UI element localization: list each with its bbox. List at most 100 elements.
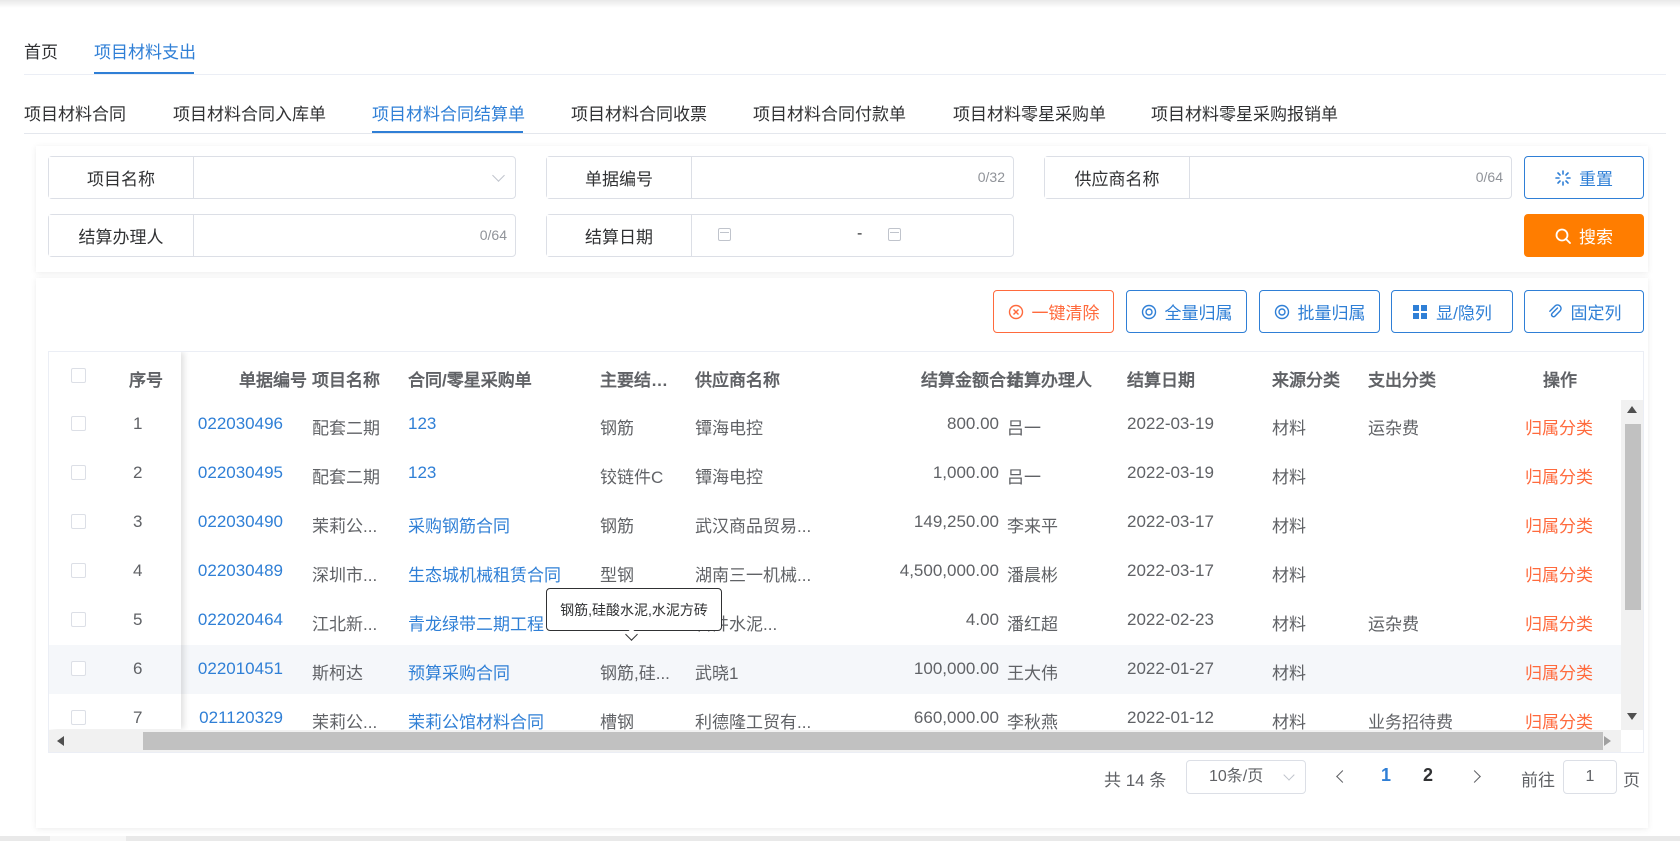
tab-sporadic-reimbursement[interactable]: 项目材料零星采购报销单 [1151, 100, 1338, 125]
cell-amount: 100,000.00 [913, 659, 999, 678]
cell-date: 2022-01-27 [1127, 659, 1214, 678]
cell-handler: 吕一 [1007, 468, 1041, 487]
cell-handler: 吕一 [1007, 419, 1041, 438]
cell-action-assign[interactable]: 归属分类 [1525, 463, 1593, 488]
cell-action-assign[interactable]: 归属分类 [1525, 512, 1593, 537]
page-scroll-thumb[interactable] [50, 836, 126, 841]
cell-action-assign[interactable]: 归属分类 [1525, 561, 1593, 586]
cell-date: 2022-03-17 [1127, 561, 1214, 580]
horizontal-scrollbar[interactable] [49, 730, 1621, 752]
cell-source: 材料 [1272, 664, 1306, 683]
cell-doc-no[interactable]: 021120329 [199, 708, 283, 728]
cell-contract[interactable]: 123 [408, 414, 436, 434]
cell-amount: 4,500,000.00 [899, 561, 999, 580]
cell-supplier: 武晓1 [695, 664, 739, 683]
page-size-select[interactable]: 10条/页 [1186, 760, 1306, 794]
col-doc-no[interactable]: 单据编号 [239, 366, 307, 391]
col-contract: 合同/零星采购单 [408, 371, 532, 390]
cell-date: 2022-03-19 [1127, 414, 1214, 433]
col-doc-no-clip: 单据编号 [181, 352, 307, 400]
page-1[interactable]: 1 [1381, 765, 1391, 786]
col-source: 来源分类 [1272, 371, 1340, 390]
cell-doc-no[interactable]: 022030495 [198, 463, 283, 483]
cell-contract[interactable]: 123 [408, 463, 436, 483]
cell-action-assign[interactable]: 归属分类 [1525, 610, 1593, 635]
project-name-select[interactable]: 项目名称 [48, 156, 516, 199]
row-checkbox[interactable] [71, 563, 86, 578]
cell-action-assign[interactable]: 归属分类 [1525, 659, 1593, 684]
calendar-end-icon[interactable] [888, 228, 901, 241]
clear-all-button[interactable]: 一键清除 [993, 290, 1114, 333]
col-supplier: 供应商名称 [695, 371, 780, 390]
tab-contract-invoice[interactable]: 项目材料合同收票 [571, 100, 707, 125]
horizontal-scroll-thumb[interactable] [143, 732, 1603, 750]
col-index: 序号 [129, 371, 163, 390]
cell-contract[interactable]: 预算采购合同 [408, 659, 510, 684]
page-horizontal-scrollbar[interactable] [0, 836, 1680, 841]
select-all-checkbox[interactable] [71, 368, 86, 383]
doc-no-input[interactable]: 单据编号 0/32 [546, 156, 1014, 199]
tab-material-contract[interactable]: 项目材料合同 [24, 100, 126, 125]
assign-all-button[interactable]: 全量归属 [1126, 290, 1247, 333]
tab-contract-inbound[interactable]: 项目材料合同入库单 [173, 100, 326, 125]
cell-contract[interactable]: 采购钢筋合同 [408, 512, 510, 537]
supplier-name-input[interactable]: 供应商名称 0/64 [1044, 156, 1512, 199]
vertical-scroll-thumb[interactable] [1625, 424, 1641, 610]
paperclip-icon [1548, 303, 1562, 317]
table-row[interactable]: 6 022010451 斯柯达 预算采购合同 钢筋,硅... 武晓1 100,000.00 王… [49, 645, 1621, 695]
tab-contract-settlement[interactable]: 项目材料合同结算单 [372, 100, 525, 125]
settle-date-range[interactable]: 结算日期 - [546, 214, 1014, 257]
scroll-up-icon[interactable] [1627, 406, 1637, 413]
cell-amount: 149,250.00 [913, 512, 999, 531]
cell-doc-no[interactable]: 022010451 [198, 659, 283, 679]
table-row[interactable]: 2 022030495 配套二期 123 铰链件C 镡海电控 1,000.00 吕一 2022-… [49, 449, 1621, 499]
tab-sporadic-purchase[interactable]: 项目材料零星采购单 [953, 100, 1106, 125]
cell-doc-no[interactable]: 022030496 [198, 414, 283, 434]
crumb-active-underline [94, 72, 194, 74]
page-2[interactable]: 2 [1423, 765, 1433, 786]
cell-project: 配套二期 [312, 468, 380, 487]
goto-page-input[interactable]: 1 [1563, 760, 1617, 794]
cell-contract[interactable]: 生态城机械租赁合同 [408, 561, 561, 586]
doc-no-count: 0/32 [977, 169, 1005, 185]
toggle-columns-button[interactable]: 显/隐列 [1391, 290, 1513, 333]
pin-columns-button[interactable]: 固定列 [1524, 290, 1644, 333]
cell-supplier: 武汉商品贸易... [695, 517, 812, 536]
reset-button[interactable]: 重置 [1524, 156, 1644, 199]
table-row[interactable]: 1 022030496 配套二期 123 钢筋 镡海电控 800.00 吕一 2022-03-1… [49, 400, 1621, 450]
cell-supplier: 镡海电控 [695, 419, 763, 438]
row-checkbox[interactable] [71, 416, 86, 431]
cell-index: 4 [133, 561, 143, 580]
calendar-start-icon[interactable] [718, 228, 731, 241]
row-checkbox[interactable] [71, 612, 86, 627]
row-checkbox[interactable] [71, 514, 86, 529]
toggle-columns-label: 显/隐列 [1436, 304, 1492, 323]
scroll-down-icon[interactable] [1627, 713, 1637, 720]
search-label: 搜索 [1579, 228, 1613, 247]
search-button[interactable]: 搜索 [1524, 214, 1644, 257]
cell-doc-no[interactable]: 022030489 [198, 561, 283, 581]
supplier-name-label: 供应商名称 [1045, 157, 1190, 198]
vertical-scrollbar[interactable] [1621, 400, 1643, 730]
scroll-left-icon[interactable] [57, 736, 64, 746]
table-row[interactable]: 5 022020464 江北新... 青龙绿带二期工程 管井水泥... 4.00 潘红超 20… [49, 596, 1621, 646]
cell-project: 江北新... [312, 615, 378, 634]
row-checkbox[interactable] [71, 710, 86, 725]
table-row[interactable]: 3 022030490 茉莉公... 采购钢筋合同 钢筋 武汉商品贸易... 149,250… [49, 498, 1621, 548]
chevron-down-icon [1283, 769, 1295, 781]
crumb-material-expense[interactable]: 项目材料支出 [94, 38, 196, 63]
table-row[interactable]: 4 022030489 深圳市... 生态城机械租赁合同 型钢 湖南三一机械... 4,50… [49, 547, 1621, 597]
cell-doc-no[interactable]: 022020464 [198, 610, 283, 630]
cell-contract[interactable]: 青龙绿带二期工程 [408, 610, 544, 635]
cell-index: 5 [133, 610, 143, 629]
row-checkbox[interactable] [71, 661, 86, 676]
crumb-home[interactable]: 首页 [24, 38, 58, 63]
assign-batch-button[interactable]: 批量归属 [1259, 290, 1380, 333]
cell-doc-no[interactable]: 022030490 [198, 512, 283, 532]
scroll-right-icon[interactable] [1604, 736, 1611, 746]
cell-action-assign[interactable]: 归属分类 [1525, 414, 1593, 439]
cell-source: 材料 [1272, 419, 1306, 438]
handler-input[interactable]: 结算办理人 0/64 [48, 214, 516, 257]
tab-contract-payment[interactable]: 项目材料合同付款单 [753, 100, 906, 125]
row-checkbox[interactable] [71, 465, 86, 480]
